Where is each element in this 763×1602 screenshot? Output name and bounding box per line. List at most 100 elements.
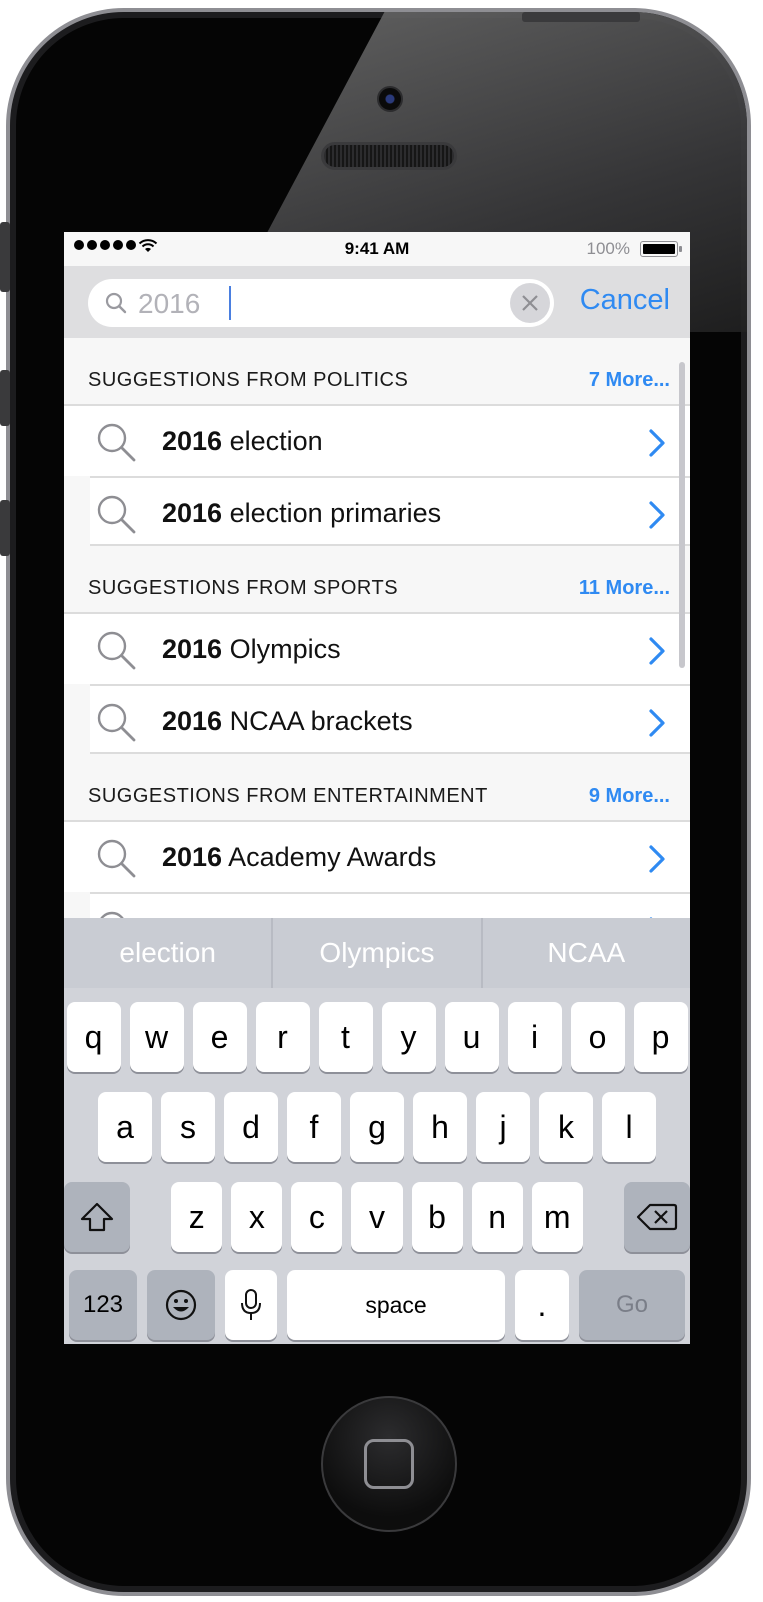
prediction-3[interactable]: NCAA — [483, 918, 690, 988]
period-key[interactable]: . — [515, 1270, 569, 1340]
more-link[interactable]: 9 More... — [589, 785, 670, 808]
backspace-icon — [636, 1203, 677, 1231]
numbers-key[interactable]: 123 — [69, 1270, 137, 1340]
key-row-1: q w e r t y u i o p — [64, 1002, 690, 1072]
clear-search-button[interactable] — [510, 283, 550, 323]
suggestions-list[interactable]: SUGGESTIONS FROM POLITICS 7 More... 2016… — [64, 338, 690, 918]
search-icon — [97, 423, 136, 462]
search-query-text: 2016 — [138, 288, 201, 319]
cancel-button[interactable]: Cancel — [580, 284, 670, 317]
key-z[interactable]: z — [171, 1182, 223, 1252]
section-header: SUGGESTIONS FROM POLITICS 7 More... — [64, 338, 690, 406]
search-icon — [97, 495, 136, 534]
search-icon — [105, 292, 127, 314]
key-d[interactable]: d — [224, 1092, 278, 1162]
suggestion-row[interactable]: 2016 NCAA brackets — [90, 684, 690, 754]
key-o[interactable]: o — [570, 1002, 625, 1072]
dictation-key[interactable] — [225, 1270, 277, 1340]
section-title: SUGGESTIONS FROM SPORTS — [88, 577, 399, 599]
chevron-right-icon — [649, 845, 665, 873]
status-bar: 9:41 AM 100% — [64, 232, 690, 266]
suggestion-row[interactable]: 2016 Academy Awards — [64, 822, 690, 892]
key-row-2: a s d f g h j k l — [64, 1092, 690, 1162]
power-button — [522, 12, 640, 22]
section-header: SUGGESTIONS FROM SPORTS 11 More... — [64, 546, 690, 614]
emoji-key[interactable] — [147, 1270, 215, 1340]
key-b[interactable]: b — [411, 1182, 463, 1252]
delete-key[interactable] — [623, 1182, 690, 1252]
key-y[interactable]: y — [381, 1002, 436, 1072]
key-e[interactable]: e — [192, 1002, 247, 1072]
key-w[interactable]: w — [129, 1002, 184, 1072]
section-title: SUGGESTIONS FROM POLITICS — [88, 369, 409, 391]
chevron-right-icon — [649, 709, 665, 737]
volume-down-button — [0, 500, 10, 556]
suggestion-row[interactable]: 2016 election — [64, 406, 690, 476]
mute-switch — [0, 222, 10, 292]
chevron-right-icon — [649, 637, 665, 665]
prediction-1[interactable]: election — [64, 918, 274, 988]
close-icon — [522, 295, 538, 311]
emoji-icon — [165, 1289, 197, 1321]
key-a[interactable]: a — [98, 1092, 152, 1162]
text-cursor — [229, 286, 231, 320]
section-politics: SUGGESTIONS FROM POLITICS 7 More... 2016… — [64, 338, 690, 546]
search-icon — [97, 703, 136, 742]
key-n[interactable]: n — [471, 1182, 523, 1252]
suggestion-label: 2016 election primaries — [162, 498, 442, 528]
key-u[interactable]: u — [444, 1002, 499, 1072]
key-i[interactable]: i — [507, 1002, 562, 1072]
suggestion-row-partial[interactable] — [90, 892, 690, 918]
search-icon — [97, 839, 136, 878]
key-f[interactable]: f — [287, 1092, 341, 1162]
search-icon — [100, 911, 124, 918]
home-button[interactable] — [321, 1396, 457, 1532]
key-v[interactable]: v — [351, 1182, 403, 1252]
section-entertainment: SUGGESTIONS FROM ENTERTAINMENT 9 More...… — [64, 754, 690, 918]
keyboard: election Olympics NCAA q w e r t y u i o… — [64, 918, 690, 1344]
suggestion-row[interactable]: 2016 election primaries — [90, 476, 690, 546]
scroll-indicator[interactable] — [679, 362, 685, 668]
prediction-2[interactable]: Olympics — [273, 918, 483, 988]
key-m[interactable]: m — [531, 1182, 583, 1252]
section-header: SUGGESTIONS FROM ENTERTAINMENT 9 More... — [64, 754, 690, 822]
suggestion-label: 2016 NCAA brackets — [162, 706, 413, 736]
chevron-right-icon — [649, 429, 665, 457]
key-k[interactable]: k — [539, 1092, 593, 1162]
key-c[interactable]: c — [291, 1182, 343, 1252]
search-input[interactable]: 2016 — [88, 279, 554, 327]
key-row-3: z x c v b n m — [64, 1182, 690, 1252]
volume-up-button — [0, 370, 10, 426]
section-title: SUGGESTIONS FROM ENTERTAINMENT — [88, 785, 488, 807]
key-h[interactable]: h — [413, 1092, 467, 1162]
key-q[interactable]: q — [66, 1002, 121, 1072]
battery-percent: 100% — [586, 239, 630, 258]
microphone-icon — [241, 1289, 261, 1320]
section-sports: SUGGESTIONS FROM SPORTS 11 More... 2016 … — [64, 546, 690, 754]
shift-key[interactable] — [64, 1182, 131, 1252]
home-square-icon — [364, 1439, 414, 1489]
suggestion-label: 2016 Academy Awards — [162, 842, 437, 872]
suggestion-label: 2016 Olympics — [162, 634, 341, 664]
space-key[interactable]: space — [287, 1270, 505, 1340]
screen: 9:41 AM 100% 2016 Cancel SUGGESTIONS FRO… — [64, 232, 690, 1344]
key-t[interactable]: t — [318, 1002, 373, 1072]
key-g[interactable]: g — [350, 1092, 404, 1162]
key-s[interactable]: s — [161, 1092, 215, 1162]
shift-icon — [81, 1202, 114, 1232]
go-key[interactable]: Go — [579, 1270, 685, 1340]
search-icon — [97, 631, 136, 670]
battery-icon — [640, 241, 682, 257]
suggestion-label: 2016 election — [162, 426, 323, 456]
earpiece-speaker — [321, 142, 457, 170]
key-x[interactable]: x — [231, 1182, 283, 1252]
suggestion-row[interactable]: 2016 Olympics — [64, 614, 690, 684]
predictive-bar: election Olympics NCAA — [64, 918, 690, 988]
more-link[interactable]: 7 More... — [589, 369, 670, 392]
more-link[interactable]: 11 More... — [579, 577, 670, 600]
key-l[interactable]: l — [602, 1092, 656, 1162]
front-camera — [377, 86, 403, 112]
key-r[interactable]: r — [255, 1002, 310, 1072]
key-j[interactable]: j — [476, 1092, 530, 1162]
key-p[interactable]: p — [633, 1002, 688, 1072]
